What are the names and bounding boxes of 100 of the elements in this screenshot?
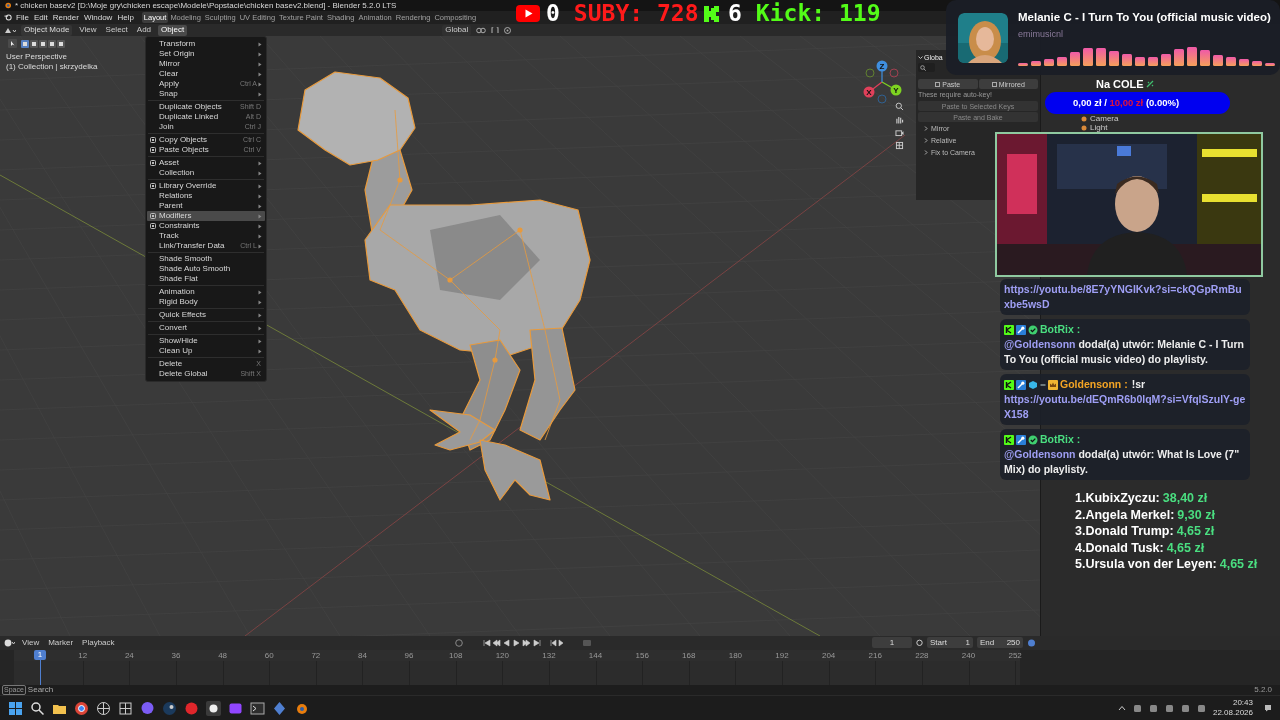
menu-item[interactable]: Help (116, 12, 135, 23)
frame-number: 84 (357, 651, 368, 660)
menu-item[interactable]: Quick Effects (147, 310, 265, 320)
wrench-badge-icon (1016, 434, 1026, 445)
selection-mode-icon[interactable] (39, 39, 47, 48)
selection-mode-icon[interactable] (30, 39, 38, 48)
menu-item[interactable]: Constraints (147, 221, 265, 231)
stopwatch-icon[interactable] (916, 639, 923, 646)
current-frame-field[interactable]: 1 (872, 637, 912, 648)
search-icon[interactable] (30, 700, 45, 716)
menu-item[interactable]: Snap (147, 89, 265, 99)
menu-item[interactable]: Library Override (147, 181, 265, 191)
subscriber-count: 0 (546, 2, 560, 25)
menu-item[interactable]: Shade Smooth (147, 254, 265, 264)
chat-bubble-icon[interactable] (140, 700, 155, 716)
menu-item[interactable]: Asset (147, 158, 265, 168)
end-frame-field[interactable]: End 250 (977, 637, 1023, 648)
record-app-icon[interactable] (206, 700, 221, 716)
playhead[interactable]: 1 (34, 650, 46, 685)
frame-number: 72 (310, 651, 322, 660)
menu-item-icon (150, 160, 156, 166)
chat-username[interactable]: BotRix : (1040, 322, 1081, 337)
grid-app-icon[interactable] (118, 700, 133, 716)
menu-item[interactable]: Shade Flat (147, 274, 265, 284)
viewport-menu[interactable]: Object (158, 24, 188, 36)
menu-item[interactable]: Animation (147, 287, 265, 297)
selection-mode-icon[interactable] (48, 39, 56, 48)
viewport-menu[interactable]: View (77, 24, 99, 36)
clock-editor-icon[interactable] (4, 639, 15, 647)
menu-item[interactable]: Collection (147, 168, 265, 178)
snap-icon[interactable] (491, 26, 500, 34)
menu-item[interactable]: Window (82, 12, 114, 23)
timeline-menu[interactable]: Playback (80, 638, 117, 648)
timeline-menu[interactable]: Marker (46, 638, 76, 648)
diamond-icon[interactable] (272, 700, 287, 716)
menu-item[interactable]: Set Origin (147, 49, 265, 59)
clock-date[interactable]: 22.08.2026 (1212, 708, 1253, 718)
editor-type-icon[interactable] (4, 26, 16, 34)
link-icon[interactable] (476, 26, 487, 34)
submenu-arrow-icon (258, 312, 262, 318)
terminal-icon[interactable] (250, 700, 265, 716)
zoom-icon[interactable] (895, 102, 904, 111)
outliner-item[interactable]: Light (1090, 123, 1108, 132)
menu-item[interactable]: Transform (147, 39, 265, 49)
selection-mode-icon[interactable] (21, 39, 29, 48)
chevron-up-icon[interactable] (1117, 705, 1126, 711)
network-icon[interactable] (1132, 703, 1142, 713)
frame-number: 228 (914, 651, 930, 660)
notification-icon[interactable] (1264, 704, 1272, 712)
chat-link[interactable]: https://youtu.be/dEQmR6b0lqM?si=VfqlSzulY-geX158 (1004, 392, 1246, 422)
round-app-icon[interactable] (184, 700, 199, 716)
camera-icon[interactable] (895, 128, 904, 137)
menu-item[interactable]: Convert (147, 323, 265, 333)
viewport-menu[interactable]: Add (134, 24, 154, 36)
menu-item[interactable]: File (15, 12, 30, 23)
chat-username[interactable]: Goldensonn : (1060, 377, 1128, 392)
menu-item[interactable]: Shade Auto Smooth (147, 264, 265, 274)
selection-mode-icon[interactable] (57, 39, 65, 48)
menu-item[interactable]: Track (147, 231, 265, 241)
window-title: * chicken basev2 [D:\Moje gry\chicken escape\Modele\Popstacie\chicken basev2.blend] - Blender 5.2.0 LTS (15, 0, 397, 11)
blender-logo-icon[interactable] (4, 14, 12, 21)
wrench-badge-icon (1016, 379, 1026, 390)
globe-icon[interactable] (96, 700, 111, 716)
menu-item[interactable]: Modifiers (147, 211, 265, 221)
menu-item[interactable]: Relations (147, 191, 265, 201)
menu-item[interactable]: Parent (147, 201, 265, 211)
frame-number: 96 (403, 651, 415, 660)
menu-item[interactable]: Clear (147, 69, 265, 79)
select-tool-icon[interactable] (8, 39, 17, 48)
menu-item[interactable]: Show/Hide (147, 336, 265, 346)
clock-time[interactable]: 20:43 (1232, 698, 1253, 708)
proportional-icon[interactable] (504, 26, 512, 34)
frame-number: 120 (494, 651, 510, 660)
menu-item[interactable]: Rigid Body (147, 297, 265, 307)
chevron-down-icon[interactable] (918, 54, 923, 60)
menu-item-icon (150, 223, 156, 229)
orientation-dropdown[interactable]: Global (442, 24, 472, 36)
menu-item[interactable]: Edit (32, 12, 49, 23)
viewport-menu[interactable]: Select (103, 24, 130, 36)
steam-icon[interactable] (162, 700, 177, 716)
crown-badge-icon (1048, 379, 1058, 390)
record-icon[interactable] (455, 639, 463, 647)
hand-icon[interactable] (895, 115, 904, 124)
search-field[interactable] (918, 63, 935, 72)
chat-link[interactable]: https://youtu.be/8E7yYNGIKvk?si=ckQGpRmBuxbe5wsD (1004, 282, 1246, 312)
grid-icon[interactable] (895, 141, 904, 150)
menu-item[interactable]: Render (51, 12, 80, 23)
menu-item[interactable]: Clean Up (147, 346, 265, 356)
outliner-item[interactable]: Camera (1090, 114, 1119, 123)
keyframe-jump-icon[interactable] (550, 639, 564, 647)
speaker-icon[interactable] (1148, 703, 1158, 713)
chat-username[interactable]: BotRix : (1040, 432, 1081, 447)
windows-logo-icon[interactable] (8, 700, 23, 716)
browser-icon[interactable] (74, 700, 89, 716)
sync-icon[interactable] (1027, 638, 1036, 647)
timeline-menu[interactable]: View (20, 638, 42, 648)
mode-dropdown[interactable]: Object Mode (21, 24, 73, 36)
axis-gizmo[interactable]: X Y Z (863, 60, 902, 104)
menu-item[interactable]: Mirror (147, 59, 265, 69)
start-frame-field[interactable]: Start 1 (927, 637, 973, 648)
